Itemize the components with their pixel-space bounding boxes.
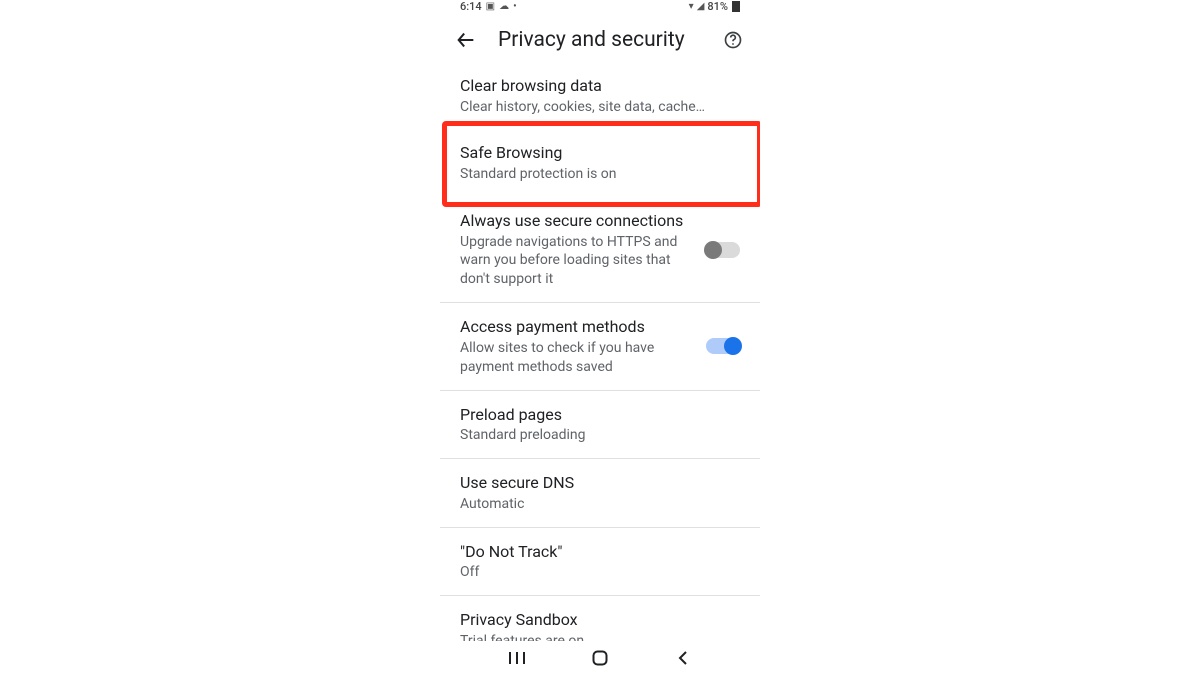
home-button[interactable]	[590, 648, 610, 668]
item-secure-dns[interactable]: Use secure DNS Automatic	[440, 459, 760, 526]
arrow-left-icon	[455, 29, 477, 51]
status-time: 6:14	[460, 0, 482, 13]
item-preload-pages[interactable]: Preload pages Standard preloading	[440, 391, 760, 458]
notification-icon: ☁	[499, 1, 509, 12]
home-icon	[592, 650, 608, 666]
item-subtitle: Off	[460, 563, 740, 582]
signal-icon: ◢	[697, 1, 705, 12]
page-title: Privacy and security	[498, 28, 702, 52]
back-nav-button[interactable]	[673, 648, 693, 668]
back-button[interactable]	[454, 28, 478, 52]
toggle-payment-methods[interactable]	[706, 338, 740, 354]
item-label: Preload pages	[460, 404, 740, 426]
settings-list: Clear browsing data Clear history, cooki…	[440, 62, 760, 641]
notification-icon: ▣	[486, 1, 495, 12]
item-label: Always use secure connections	[460, 210, 688, 232]
item-subtitle: Standard protection is on	[460, 165, 740, 184]
chevron-left-icon	[676, 651, 690, 665]
item-subtitle: Trial features are on	[460, 632, 740, 641]
item-label: Safe Browsing	[460, 142, 740, 164]
item-do-not-track[interactable]: "Do Not Track" Off	[440, 528, 760, 595]
app-bar: Privacy and security	[440, 18, 760, 62]
more-notifications-icon: •	[513, 1, 517, 12]
item-subtitle: Upgrade navigations to HTTPS and warn yo…	[460, 233, 688, 290]
item-label: Privacy Sandbox	[460, 609, 740, 631]
item-label: Use secure DNS	[460, 472, 740, 494]
toggle-always-secure[interactable]	[706, 242, 740, 258]
item-label: Access payment methods	[460, 316, 688, 338]
item-subtitle: Clear history, cookies, site data, cache…	[460, 98, 740, 117]
wifi-icon: ▾	[689, 1, 694, 12]
recents-button[interactable]	[507, 648, 527, 668]
android-nav-bar	[440, 641, 760, 675]
item-always-secure-connections[interactable]: Always use secure connections Upgrade na…	[440, 197, 760, 302]
item-subtitle: Automatic	[460, 495, 740, 514]
help-button[interactable]	[722, 29, 744, 51]
item-subtitle: Standard preloading	[460, 426, 740, 445]
battery-icon	[732, 1, 740, 12]
item-privacy-sandbox[interactable]: Privacy Sandbox Trial features are on	[440, 596, 760, 641]
phone-frame: 6:14 ▣ ☁ • ▾ ◢ 81% Privacy and security	[440, 0, 760, 675]
status-bar: 6:14 ▣ ☁ • ▾ ◢ 81%	[440, 0, 760, 18]
item-subtitle: Allow sites to check if you have payment…	[460, 339, 688, 377]
item-label: "Do Not Track"	[460, 541, 740, 563]
recents-icon	[508, 651, 526, 665]
item-clear-browsing-data[interactable]: Clear browsing data Clear history, cooki…	[440, 62, 760, 129]
item-safe-browsing[interactable]: Safe Browsing Standard protection is on	[440, 129, 760, 196]
item-label: Clear browsing data	[460, 75, 740, 97]
help-icon	[723, 30, 743, 50]
battery-percent: 81%	[707, 0, 728, 13]
item-access-payment-methods[interactable]: Access payment methods Allow sites to ch…	[440, 303, 760, 389]
